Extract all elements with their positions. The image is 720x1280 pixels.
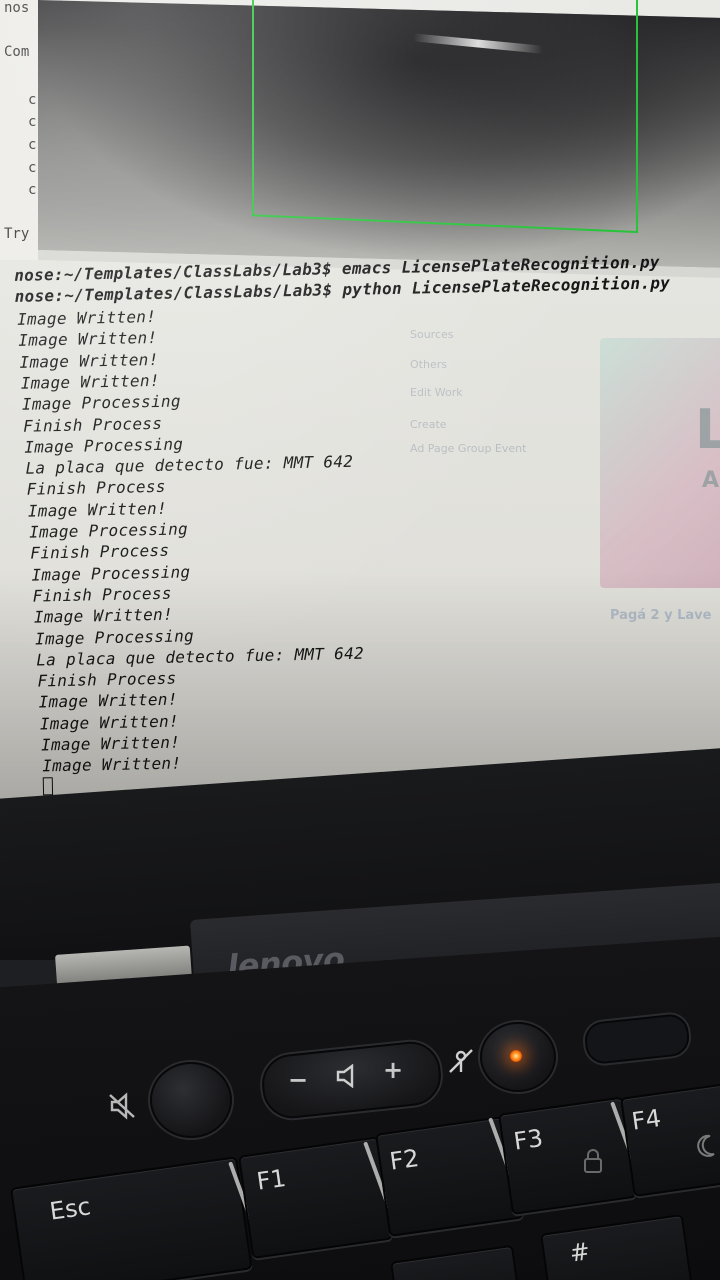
terminal-output-line: Image Written! [39, 711, 180, 734]
lock-icon [584, 1149, 602, 1173]
terminal-output-line: La placa que detecto fue: MMT 642 [36, 643, 365, 670]
background-window-item: c [28, 114, 37, 130]
hash-key-label: # [568, 1237, 592, 1268]
terminal-output-line: Image Processing [21, 391, 182, 414]
mic-mute-icon [449, 1049, 473, 1073]
terminal-output-line: Image Processing [24, 434, 184, 457]
f1-key-label: F1 [255, 1163, 288, 1196]
f2-key-label: F2 [388, 1143, 421, 1176]
terminal-output-line: Image Written! [40, 732, 181, 755]
terminal-output-line: Finish Process [32, 583, 172, 606]
esc-key-label: Esc [48, 1192, 93, 1226]
terminal-cursor [42, 777, 54, 796]
plate-detection-box [252, 0, 638, 234]
background-window-item: c [28, 160, 37, 176]
terminal-output-line: Finish Process [37, 668, 177, 691]
camera-preview-window [38, 0, 720, 279]
mic-mute-led [510, 1050, 522, 1062]
speaker-mute-icon [109, 1092, 135, 1120]
f3-key-label: F3 [512, 1123, 545, 1156]
terminal-output-line: Image Written! [42, 753, 182, 776]
background-window-footer: Try [4, 226, 30, 242]
terminal-output-line: Image Written! [16, 306, 157, 329]
terminal-output-line: Image Written! [20, 370, 160, 393]
volume-up-icon[interactable]: + [383, 1056, 403, 1084]
terminal-output-line: Image Written! [18, 328, 158, 351]
terminal-output-line: Image Processing [28, 519, 189, 542]
terminal-output-line: Image Processing [34, 625, 195, 649]
terminal-output-line: Image Written! [33, 604, 174, 627]
terminal-output-line: La placa que detecto fue: MMT 642 [25, 451, 354, 478]
terminal-output-line: Finish Process [22, 413, 163, 436]
background-window-title: nos [4, 0, 30, 16]
background-window-item: c [28, 137, 37, 153]
terminal-output-line: Image Written! [38, 689, 178, 712]
mute-button[interactable] [150, 1062, 232, 1138]
sleep-moon-icon [697, 1134, 715, 1157]
speaker-icon [336, 1064, 354, 1088]
terminal-output-line: Image Written! [19, 349, 159, 372]
photo-scene: nos Com c c c c c Try Sources Others Edi… [0, 0, 720, 1280]
f4-key-label: F4 [630, 1103, 663, 1136]
terminal-output-line: Image Written! [27, 498, 168, 521]
terminal-output-line: Finish Process [26, 477, 166, 500]
terminal-window[interactable]: nose:~/Templates/ClassLabs/Lab3$ emacs L… [10, 251, 720, 806]
volume-down-icon[interactable]: − [288, 1066, 308, 1094]
terminal-output-line: Image Processing [31, 561, 191, 585]
background-window-label: Com [4, 44, 30, 60]
laptop-screen: nos Com c c c c c Try Sources Others Edi… [0, 0, 720, 815]
background-window-item: c [28, 182, 37, 198]
terminal-output-line: Finish Process [30, 541, 170, 563]
background-window-item: c [28, 92, 37, 108]
